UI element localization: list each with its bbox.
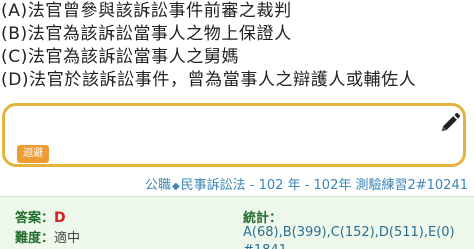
source-subject[interactable]: 民事訴訟法 [181,178,246,193]
option-b: (B)法官為該訴訟當事人之物上保證人 [1,24,292,44]
pencil-icon[interactable] [439,112,461,134]
difficulty-label: 難度： [15,231,55,246]
difficulty-row: 難度：適中 [15,227,80,246]
stats-value: A(68),B(399),C(152),D(511),E(0) [243,225,455,240]
answer-value: D [54,210,66,226]
options-list: (A)法官曾參與該訴訟事件前審之裁判 (B)法官為該訴訟當事人之物上保證人 (C… [0,0,474,92]
question-source[interactable]: 公職◆民事訴訟法 - 102 年 - 102年 測驗練習2#10241 [145,174,468,193]
stats-label: 統計： [243,211,283,226]
difficulty-value: 適中 [54,231,81,246]
answer-label: 答案： [15,211,55,226]
source-number[interactable]: #10241 [416,178,468,193]
option-c: (C)法官為該訴訟當事人之舅媽 [1,47,240,67]
source-separator: ◆ [171,181,180,192]
answer-input-box[interactable]: 迴避 [2,103,466,167]
stats-panel: 答案：D 難度：適中 統計： A(68),B(399),C(152),D(511… [0,196,474,249]
answer-row: 答案：D [15,207,66,226]
source-category[interactable]: 公職 [145,178,171,193]
stats-extra: #1841 [243,243,287,249]
option-d: (D)法官於該訴訟事件，曾為當事人之辯護人或輔佐人 [1,70,417,90]
option-a: (A)法官曾參與該訴訟事件前審之裁判 [1,1,292,21]
source-year[interactable]: - 102 年 - 102年 測驗練習2 [246,178,416,193]
hide-button[interactable]: 迴避 [17,145,49,163]
